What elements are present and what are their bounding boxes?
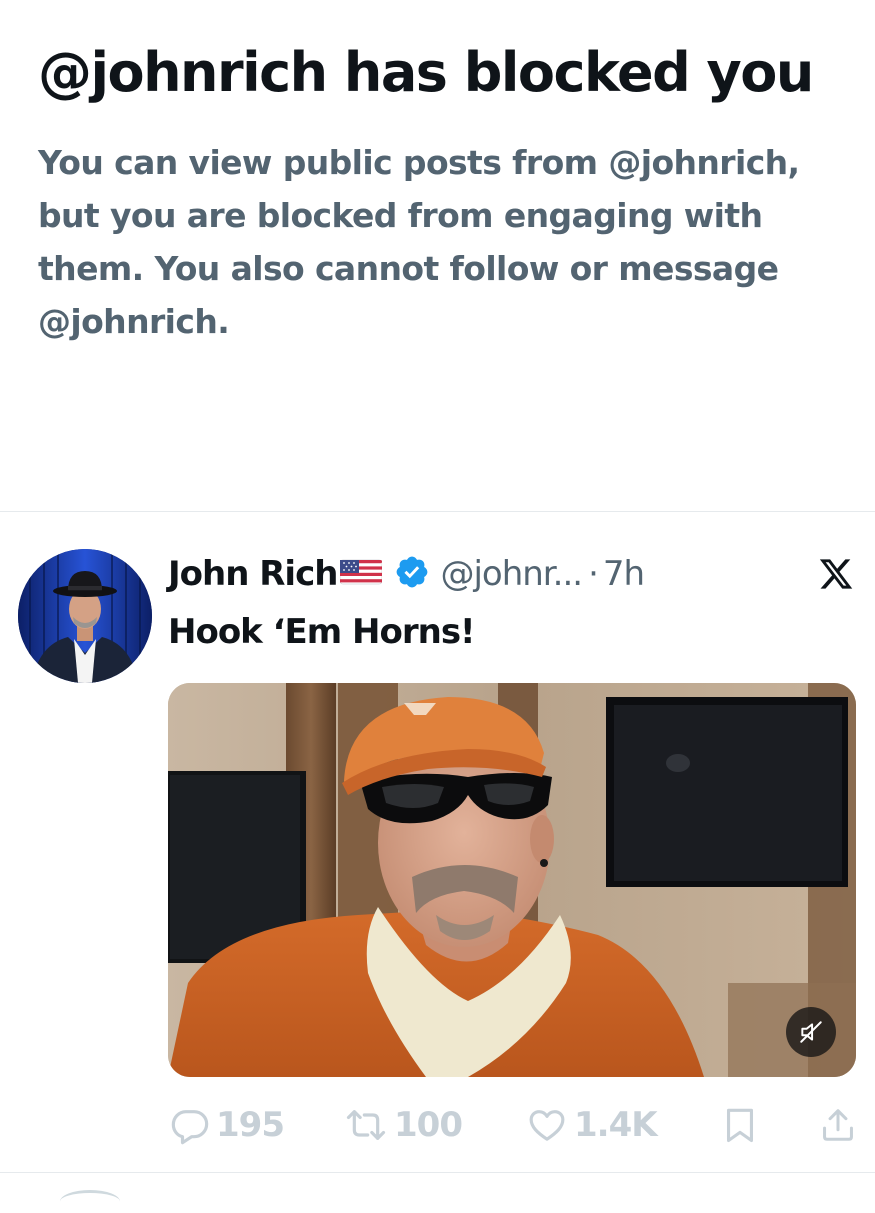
- speaker-muted-icon: [800, 1021, 822, 1043]
- tweet-text: Hook ‘Em Horns!: [168, 612, 476, 652]
- bookmark-button[interactable]: [722, 1100, 758, 1150]
- share-icon: [823, 1109, 853, 1141]
- reply-button[interactable]: 195: [170, 1100, 285, 1150]
- video-player[interactable]: [168, 683, 856, 1077]
- tweet-header: John Rich @johnr... · 7h: [168, 548, 645, 600]
- tweet-actions: 195 100 1.4K: [168, 1100, 858, 1150]
- repost-count: 100: [394, 1105, 463, 1145]
- handle[interactable]: @johnr...: [440, 554, 583, 594]
- us-flag-icon: [340, 558, 383, 590]
- like-count: 1.4K: [574, 1105, 658, 1145]
- heart-icon: [529, 1110, 565, 1141]
- display-name[interactable]: John Rich: [168, 554, 338, 594]
- repost-icon: [346, 1110, 386, 1140]
- like-button[interactable]: 1.4K: [526, 1100, 658, 1150]
- blocked-notice: @johnrich has blocked you You can view p…: [38, 34, 838, 348]
- verified-badge-icon: [394, 554, 430, 594]
- repost-button[interactable]: 100: [344, 1100, 463, 1150]
- timestamp[interactable]: 7h: [603, 554, 645, 594]
- separator-dot: ·: [588, 554, 599, 594]
- x-logo-icon: [818, 556, 854, 592]
- reply-count: 195: [216, 1105, 285, 1145]
- avatar[interactable]: [18, 549, 152, 683]
- blocked-title: @johnrich has blocked you: [38, 41, 814, 104]
- avatar-image: [18, 549, 152, 683]
- blocked-description: You can view public posts from @johnrich…: [38, 143, 800, 341]
- share-button[interactable]: [819, 1100, 857, 1150]
- divider: [0, 1172, 875, 1173]
- mute-toggle-button[interactable]: [786, 1007, 836, 1057]
- video-frame: [168, 683, 856, 1077]
- reply-icon: [171, 1110, 209, 1145]
- next-tweet-avatar-edge: [60, 1190, 120, 1213]
- bookmark-icon: [726, 1108, 754, 1143]
- tweet[interactable]: John Rich @johnr... · 7h Hook ‘Em Horns!…: [0, 512, 875, 1172]
